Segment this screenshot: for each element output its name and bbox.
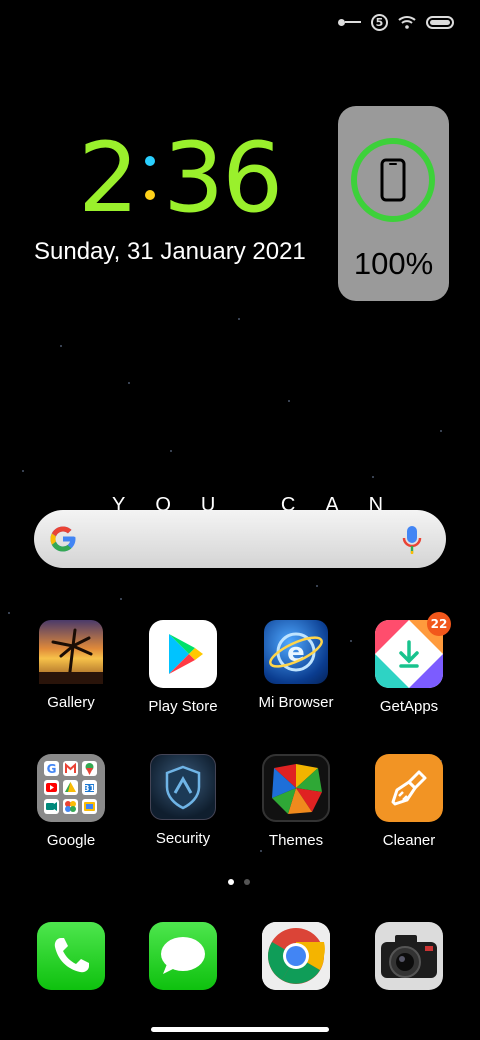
- svg-text:G: G: [47, 762, 57, 776]
- camera-icon[interactable]: [375, 922, 443, 990]
- page-dot-active[interactable]: [228, 879, 234, 885]
- app-mi-browser[interactable]: e Mi Browser: [241, 620, 351, 711]
- date-text[interactable]: Sunday, 31 January 2021: [34, 238, 306, 266]
- smartphone-icon: [380, 158, 406, 202]
- app-label: GetApps: [379, 698, 439, 715]
- play-store-icon: [149, 620, 217, 688]
- page-indicator[interactable]: [228, 879, 250, 885]
- battery-widget[interactable]: 100%: [338, 106, 449, 301]
- battery-percent: 100%: [353, 246, 434, 281]
- app-play-store[interactable]: Play Store: [128, 620, 238, 715]
- app-cleaner[interactable]: Cleaner: [354, 754, 464, 849]
- clock-colon: [145, 128, 156, 228]
- app-label: Play Store: [148, 698, 218, 715]
- wifi-icon: [398, 15, 416, 29]
- messages-icon[interactable]: [149, 922, 217, 990]
- mic-icon[interactable]: [402, 525, 422, 555]
- svg-text:31: 31: [84, 784, 96, 793]
- security-icon: [150, 754, 216, 820]
- key-icon: [338, 18, 361, 26]
- google-logo-icon: [50, 526, 76, 552]
- app-themes[interactable]: Themes: [241, 754, 351, 849]
- clock-widget[interactable]: 2 36: [78, 122, 283, 234]
- chrome-icon[interactable]: [262, 922, 330, 990]
- app-security[interactable]: Security: [128, 754, 238, 847]
- google-folder-icon: G 31: [37, 754, 105, 822]
- page-dot[interactable]: [244, 879, 250, 885]
- themes-icon: [262, 754, 330, 822]
- clock-hours: 2: [78, 122, 139, 234]
- cleaner-icon: [375, 754, 443, 822]
- battery-ring: [351, 138, 435, 222]
- app-label: Gallery: [47, 694, 95, 711]
- app-label: Google: [46, 832, 96, 849]
- app-google-folder[interactable]: G 31 Google: [16, 754, 126, 849]
- app-label: Themes: [268, 832, 324, 849]
- app-getapps[interactable]: 22 GetApps: [354, 612, 464, 715]
- phone-icon[interactable]: [37, 922, 105, 990]
- app-label: Mi Browser: [258, 694, 334, 711]
- status-bar: 5: [338, 10, 454, 34]
- google-search-bar[interactable]: [34, 510, 446, 568]
- app-label: Security: [155, 830, 211, 847]
- gallery-icon: [39, 620, 103, 684]
- getapps-icon: 22: [375, 612, 451, 688]
- notification-badge: 22: [427, 612, 451, 636]
- clock-minutes: 36: [163, 122, 283, 234]
- mi-browser-icon: e: [264, 620, 328, 684]
- app-label: Cleaner: [382, 832, 436, 849]
- notification-count-icon: 5: [371, 13, 388, 31]
- home-gesture-bar[interactable]: [151, 1027, 329, 1032]
- app-gallery[interactable]: Gallery: [16, 620, 126, 711]
- battery-icon: [426, 15, 454, 29]
